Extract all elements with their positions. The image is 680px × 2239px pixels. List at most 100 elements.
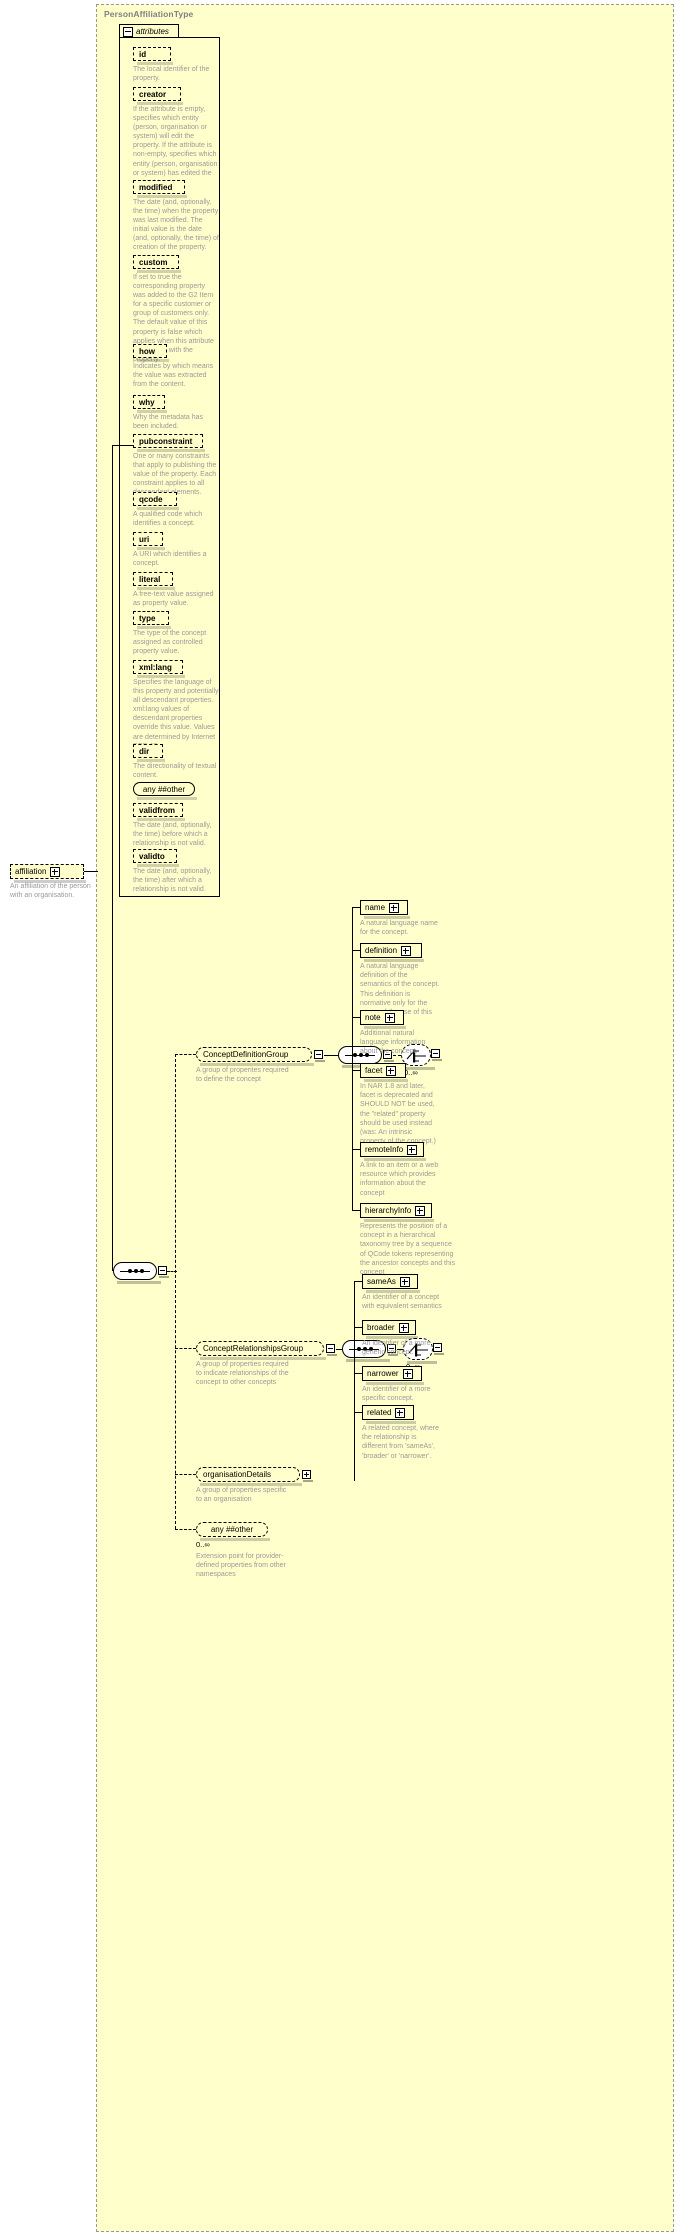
wire-name <box>352 907 360 908</box>
element-affiliation[interactable]: affiliation <box>10 864 86 883</box>
attribute-validto-doc: The date (and, optionally, the time) aft… <box>133 868 212 894</box>
expand-icon[interactable] <box>402 1368 413 1379</box>
wire-branch-main <box>175 1054 176 1529</box>
group-concept-definition-label: ConceptDefinitionGroup <box>203 1050 289 1059</box>
schema-diagram: PersonAffiliationType attributes id The … <box>0 0 680 2239</box>
wire-definition <box>352 950 360 951</box>
wire-to-any-other <box>175 1529 196 1530</box>
expand-icon[interactable] <box>401 945 412 956</box>
expand-icon[interactable] <box>398 1322 409 1333</box>
group-organisation-details-expand-icon[interactable] <box>302 1470 313 1482</box>
wire-cdg-members-spine <box>352 907 353 1210</box>
expand-icon[interactable] <box>407 1144 418 1155</box>
element-related-label: related <box>367 1408 392 1417</box>
attribute-dir[interactable]: dir <box>133 744 165 762</box>
element-broader[interactable]: broader <box>362 1320 418 1339</box>
group-organisation-details-doc: A group of properties specific to an org… <box>196 1487 287 1504</box>
wire-crg-members-spine <box>354 1281 355 1481</box>
expand-icon[interactable] <box>389 902 400 913</box>
group-organisation-details[interactable]: organisationDetails <box>196 1467 302 1486</box>
element-sameas[interactable]: sameAs <box>362 1274 420 1293</box>
attributes-tab[interactable]: attributes <box>119 24 179 38</box>
attribute-type[interactable]: type <box>133 611 171 629</box>
attribute-qcode[interactable]: qcode <box>133 492 179 510</box>
attribute-dir-doc: The directionality of textual content. <box>133 763 217 780</box>
group-concept-definition[interactable]: ConceptDefinitionGroup <box>196 1047 314 1066</box>
wire-to-cdg <box>175 1054 196 1055</box>
wire-spine <box>112 445 113 1271</box>
element-name[interactable]: name <box>360 900 410 919</box>
attribute-xml-lang-doc: Specifies the language of this property … <box>133 679 219 750</box>
element-narrower-doc: An identifier of a more specific concept… <box>362 1386 431 1403</box>
attribute-uri[interactable]: uri <box>133 532 165 550</box>
attribute-creator[interactable]: creator <box>133 87 183 105</box>
sequence-compositor-root[interactable] <box>113 1262 161 1284</box>
attribute-validfrom[interactable]: validfrom <box>133 803 185 821</box>
attributes-label: attributes <box>136 27 169 36</box>
expand-icon[interactable] <box>50 866 61 877</box>
attribute-qcode-doc: A qualified code which identifies a conc… <box>133 511 203 528</box>
wire-sameas <box>354 1281 362 1282</box>
element-remoteinfo[interactable]: remoteInfo <box>360 1142 426 1161</box>
element-note-doc: Additional natural language information … <box>360 1030 426 1056</box>
element-broader-label: broader <box>367 1323 395 1332</box>
element-facet[interactable]: facet <box>360 1063 408 1082</box>
element-hierarchyinfo-doc: Represents the position of a concept in … <box>360 1223 455 1277</box>
attribute-why-doc: Why the metadata has been included. <box>133 414 204 431</box>
attribute-pubconstraint[interactable]: pubconstraint <box>133 434 205 452</box>
element-sameas-label: sameAs <box>367 1277 396 1286</box>
attribute-validto[interactable]: validto <box>133 849 179 867</box>
wire-related <box>354 1412 362 1413</box>
attribute-id-doc: The local identifier of the property. <box>133 66 210 83</box>
attribute-how-doc: Indicates by which means the value was e… <box>133 363 214 389</box>
element-definition[interactable]: definition <box>360 943 424 962</box>
wire-narrower <box>354 1373 362 1374</box>
attribute-literal[interactable]: literal <box>133 572 175 590</box>
element-any-other[interactable]: any ##other <box>196 1522 270 1541</box>
wire-cdg-seq <box>324 1055 338 1056</box>
element-any-other-label: any ##other <box>210 1525 254 1534</box>
expand-icon[interactable] <box>384 1012 395 1023</box>
attribute-validfrom-doc: The date (and, optionally, the time) bef… <box>133 822 212 848</box>
element-note[interactable]: note <box>360 1010 406 1029</box>
attribute-custom[interactable]: custom <box>133 255 181 273</box>
wire-to-orgdetails <box>175 1474 196 1475</box>
element-narrower[interactable]: narrower <box>362 1366 424 1385</box>
expand-icon[interactable] <box>399 1276 410 1287</box>
group-concept-relationships-collapse-icon[interactable] <box>326 1344 337 1356</box>
element-name-label: name <box>365 903 386 912</box>
group-concept-definition-collapse-icon[interactable] <box>314 1050 325 1062</box>
expand-icon[interactable] <box>415 1205 426 1216</box>
attribute-xml-lang[interactable]: xml:lang <box>133 660 185 678</box>
attribute-any-other[interactable]: any ##other <box>133 782 197 800</box>
sequence-collapse-icon-root[interactable] <box>158 1266 169 1278</box>
element-remoteinfo-label: remoteInfo <box>365 1145 404 1154</box>
element-facet-label: facet <box>365 1066 383 1075</box>
attribute-id[interactable]: id <box>133 47 173 65</box>
element-name-doc: A natural language name for the concept. <box>360 920 438 937</box>
collapse-icon[interactable] <box>123 26 133 37</box>
expand-icon[interactable] <box>395 1407 406 1418</box>
attribute-how[interactable]: how <box>133 344 169 362</box>
attribute-why[interactable]: why <box>133 395 167 413</box>
element-hierarchyinfo[interactable]: hierarchyInfo <box>360 1203 434 1222</box>
wire-facet <box>352 1070 360 1071</box>
element-related-doc: A related concept, where the relationshi… <box>362 1425 440 1460</box>
expand-icon[interactable] <box>386 1065 397 1076</box>
group-concept-relationships[interactable]: ConceptRelationshipsGroup <box>196 1341 326 1360</box>
attribute-creator-doc: If the attribute is empty, specifies whi… <box>133 106 218 186</box>
attribute-literal-doc: A free-text value assigned as property v… <box>133 591 214 608</box>
element-facet-doc: In NAR 1.8 and later, facet is deprecate… <box>360 1083 436 1145</box>
element-related[interactable]: related <box>362 1405 416 1424</box>
attribute-pubconstraint-doc: One or many constraints that apply to pu… <box>133 453 217 497</box>
wire-note <box>352 1017 360 1018</box>
element-hierarchyinfo-label: hierarchyInfo <box>365 1206 412 1215</box>
element-any-other-doc: Extension point for provider-defined pro… <box>196 1553 286 1579</box>
occurrence-cdg: 0..∞ <box>404 1068 418 1077</box>
element-broader-doc: An identifier of a more generic concept. <box>362 1340 431 1357</box>
wire-hierarchyinfo <box>352 1210 360 1211</box>
wire-broader <box>354 1327 362 1328</box>
attribute-modified[interactable]: modified <box>133 180 187 198</box>
wire-spine-top <box>112 445 133 446</box>
element-affiliation-label: affiliation <box>15 867 47 876</box>
